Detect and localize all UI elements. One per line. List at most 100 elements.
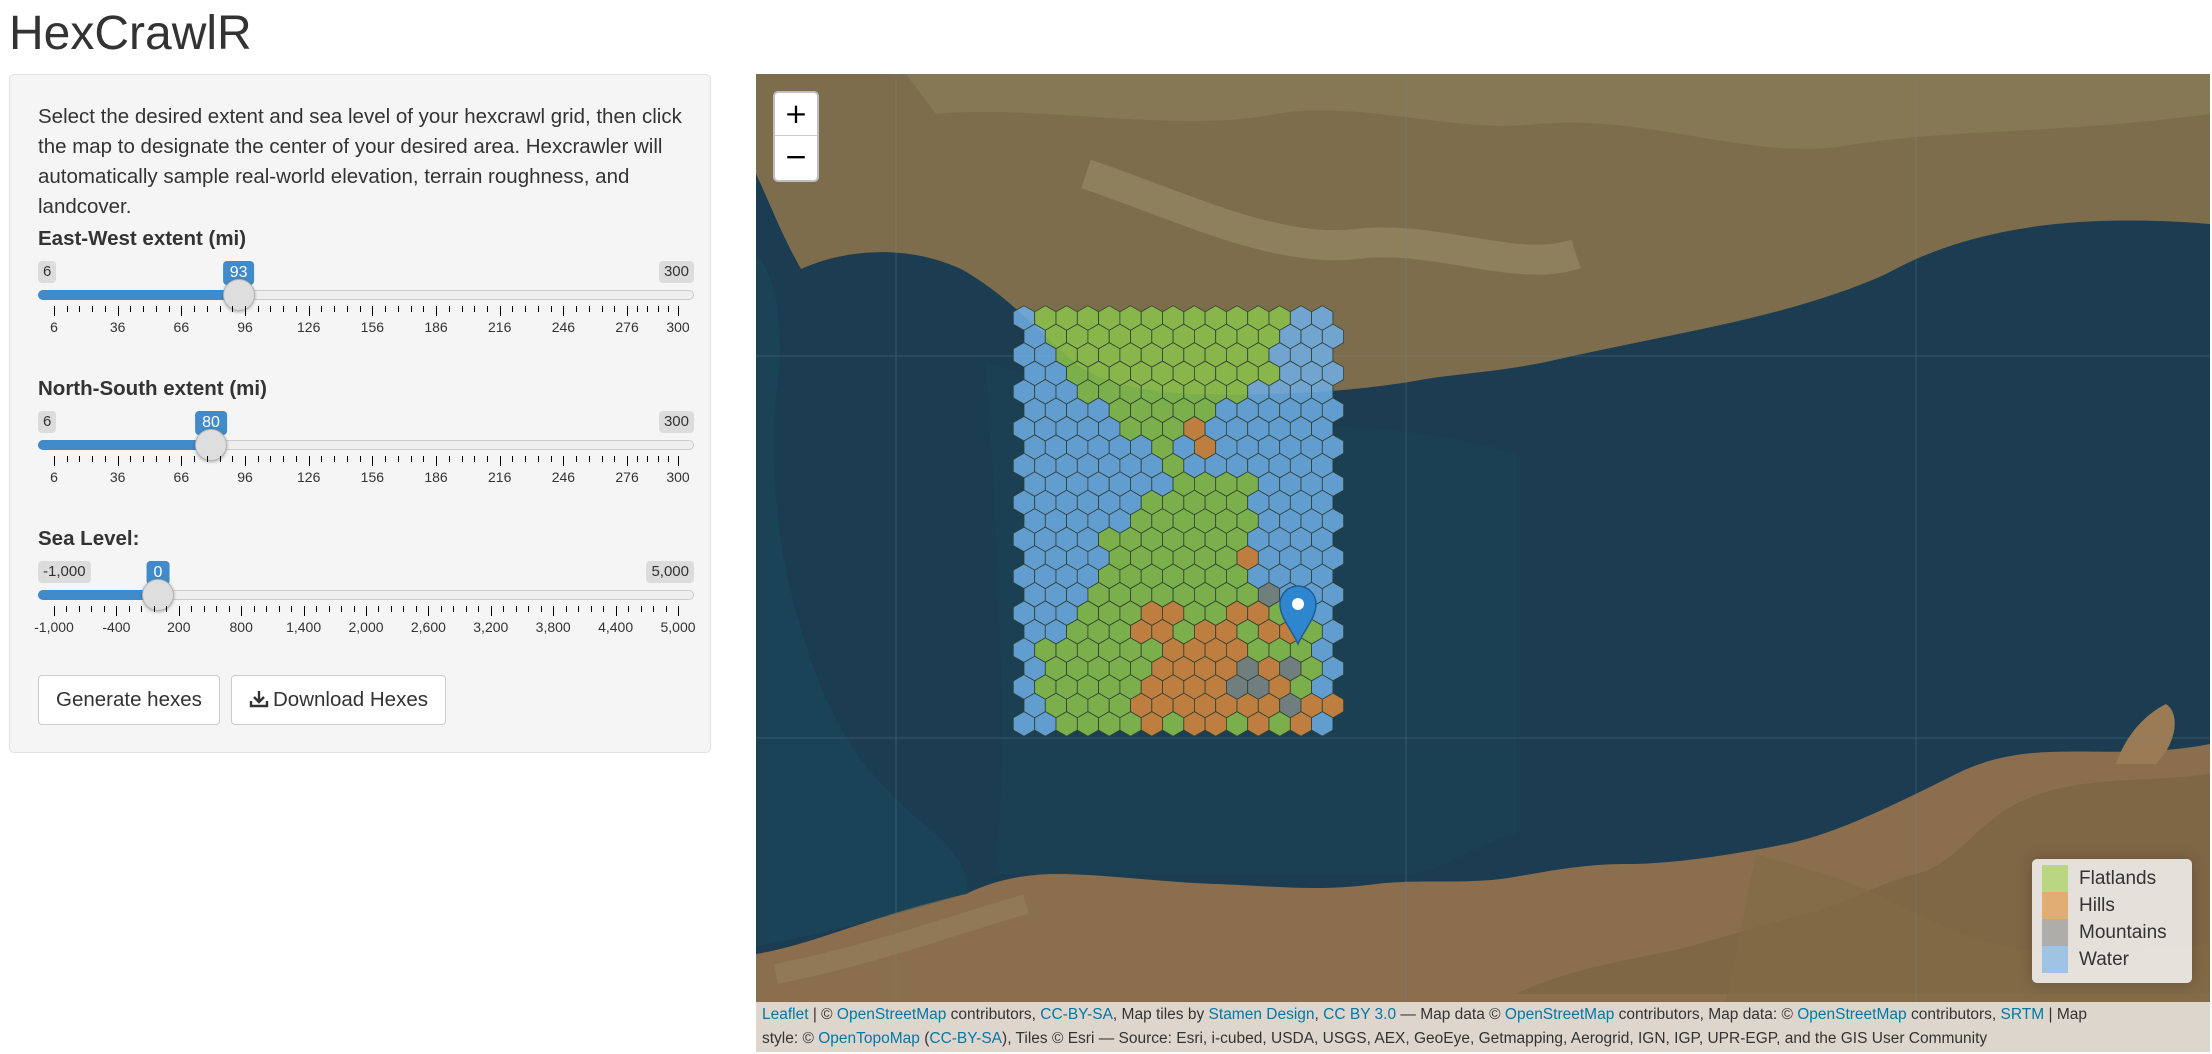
slider-minor-tick [143, 306, 145, 312]
attribution-line: style: © OpenTopoMap (CC-BY-SA), Tiles ©… [762, 1027, 2204, 1051]
slider-minor-tick [423, 456, 425, 462]
sea-level-label: Sea Level: [38, 527, 140, 550]
attribution-text: | © [808, 1006, 837, 1023]
slider-minor-tick [461, 306, 463, 312]
zoom-control: + − [773, 91, 819, 182]
zoom-out-button[interactable]: − [775, 136, 817, 179]
download-hexes-label: Download Hexes [273, 688, 428, 711]
slider-minor-tick [141, 606, 143, 612]
attribution-link[interactable]: CC BY 3.0 [1323, 1006, 1396, 1023]
slider-tick-label: 216 [488, 319, 512, 335]
attribution-link[interactable]: Stamen Design [1209, 1006, 1315, 1023]
slider-minor-tick [385, 456, 387, 462]
slider-minor-tick [537, 456, 539, 462]
attribution-link[interactable]: OpenTopoMap [818, 1030, 920, 1047]
slider-minor-tick [203, 606, 205, 612]
app-title: HexCrawlR [9, 7, 252, 60]
slider-tick [436, 456, 438, 466]
slider-minor-tick [153, 606, 155, 612]
slider-tick-label: 156 [360, 319, 385, 335]
slider-minor-tick [66, 456, 68, 462]
slider-minor-tick [103, 606, 105, 612]
slider-handle[interactable] [195, 429, 228, 461]
slider-minor-tick [353, 606, 355, 612]
slider-minor-tick [448, 306, 450, 312]
attribution-link[interactable]: OpenStreetMap [1797, 1006, 1906, 1023]
slider-tick [117, 306, 119, 316]
slider-minor-tick [194, 306, 196, 312]
slider-minor-tick [216, 606, 218, 612]
attribution-text: contributors, [1906, 1006, 2001, 1023]
ew-extent-slider[interactable]: 6 300 93 6 36 66 96 126 156 186 216 246 276 300 [38, 261, 694, 361]
slider-minor-tick [334, 456, 336, 462]
slider-tick-label: 216 [488, 469, 512, 485]
slider-minor-tick [601, 456, 603, 462]
slider-tick [308, 306, 310, 316]
attribution-link[interactable]: CC-BY-SA [929, 1030, 1002, 1047]
zoom-in-button[interactable]: + [775, 93, 817, 136]
slider-minor-tick [540, 606, 542, 612]
legend-label: Hills [2079, 894, 2115, 916]
slider-minor-tick [486, 306, 488, 312]
slider-minor-tick [253, 606, 255, 612]
map-container[interactable]: + − Flatlands Hills Mountains Water Leaf… [756, 74, 2210, 1052]
slider-minor-tick [588, 456, 590, 462]
slider-minor-tick [191, 606, 193, 612]
slider-minor-tick [79, 306, 81, 312]
slider-max-label: 5,000 [646, 561, 694, 583]
slider-handle[interactable] [222, 279, 255, 311]
legend-swatch [2042, 919, 2068, 946]
slider-minor-tick [278, 606, 280, 612]
slider-handle[interactable] [142, 579, 174, 611]
attribution-text: — Map data © [1396, 1006, 1505, 1023]
slider-fill [38, 290, 239, 300]
slider-minor-tick [321, 306, 323, 312]
slider-minor-tick [257, 456, 259, 462]
slider-minor-tick [341, 606, 343, 612]
slider-tick [54, 306, 55, 316]
attribution-text: contributors, [946, 1006, 1041, 1023]
slider-minor-tick [550, 456, 552, 462]
legend-item: Hills [2042, 892, 2182, 919]
slider-tick [428, 606, 430, 616]
attribution-link[interactable]: SRTM [2001, 1006, 2045, 1023]
slider-tick-label: 5,000 [660, 619, 696, 635]
slider-minor-tick [448, 456, 450, 462]
slider-minor-tick [194, 456, 196, 462]
slider-tick-label: 4,400 [598, 619, 634, 635]
slider-minor-tick [328, 606, 330, 612]
legend-label: Water [2079, 948, 2129, 970]
slider-minor-tick [232, 306, 234, 312]
slider-fill [38, 440, 212, 450]
slider-max-label: 300 [658, 261, 694, 283]
slider-tick-label: 126 [297, 469, 321, 485]
slider-tick [563, 456, 565, 466]
attribution-link[interactable]: OpenStreetMap [1505, 1006, 1614, 1023]
sea-level-slider[interactable]: -1,000 5,000 0 -1,000 -400 200 800 1,400 2,00… [34, 561, 696, 661]
map-attribution: Leaflet | © OpenStreetMap contributors, … [756, 1002, 2210, 1052]
generate-hexes-button[interactable]: Generate hexes [38, 675, 220, 725]
slider-tick-label: 66 [173, 469, 190, 485]
slider-minor-tick [486, 456, 488, 462]
slider-minor-tick [397, 306, 399, 312]
slider-tick [54, 606, 55, 616]
slider-min-label: 6 [38, 261, 57, 283]
attribution-text: , Map tiles by [1112, 1006, 1209, 1023]
slider-minor-tick [295, 306, 297, 312]
slider-minor-tick [155, 306, 157, 312]
satellite-basemap[interactable] [756, 74, 2210, 1052]
slider-minor-tick [266, 606, 268, 612]
attribution-link[interactable]: Leaflet [762, 1006, 809, 1023]
slider-min-label: -1,000 [38, 561, 91, 583]
slider-tick [366, 606, 367, 616]
slider-tick [181, 306, 183, 316]
slider-tick-label: 6 [50, 469, 58, 485]
ns-extent-slider[interactable]: 6 300 80 6 36 66 96 126 156 186 216 246 276 300 [38, 411, 694, 511]
download-hexes-button[interactable]: Download Hexes [231, 675, 446, 725]
ns-extent-label: North-South extent (mi) [38, 377, 267, 400]
attribution-text: ), Tiles © Esri — Source: Esri, i-cubed,… [1002, 1030, 1988, 1047]
attribution-link[interactable]: OpenStreetMap [837, 1006, 946, 1023]
hex-grid[interactable] [1012, 305, 1344, 737]
attribution-link[interactable]: CC-BY-SA [1040, 1006, 1113, 1023]
slider-minor-tick [228, 606, 230, 612]
